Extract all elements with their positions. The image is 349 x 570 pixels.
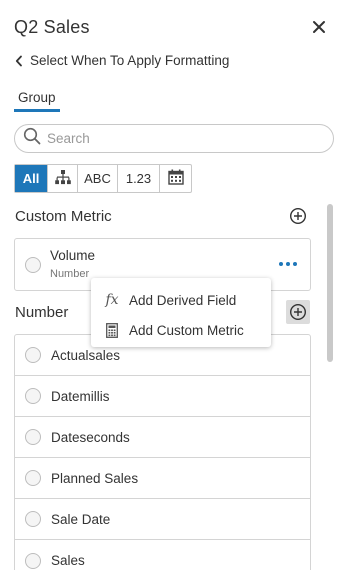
radio-button[interactable] [25,552,41,569]
fx-icon: fx [105,292,119,308]
plus-circle-icon [289,303,307,321]
add-field-popup-menu: fx Add Derived Field Add Custom Metric [91,278,271,347]
scrollbar-thumb[interactable] [327,204,333,362]
field-label: Sales [51,553,85,568]
list-item[interactable]: Sale Date [15,499,310,540]
radio-button[interactable] [25,388,41,404]
field-label: Datemillis [51,388,110,404]
search-icon [23,127,41,150]
add-number-field-button[interactable] [286,300,310,324]
field-label: Dateseconds [51,429,130,445]
radio-button[interactable] [25,429,41,445]
filter-text-button[interactable]: ABC [78,165,118,192]
filter-date-button[interactable] [160,165,191,192]
field-label: Actualsales [51,347,121,363]
back-link-label: Select When To Apply Formatting [30,53,230,68]
list-item[interactable]: Planned Sales [15,458,310,499]
number-heading: Number [15,304,69,321]
field-label: Planned Sales [51,470,139,486]
calculator-icon [104,322,120,338]
type-filter-bar: All ABC 1.23 [14,164,192,193]
list-item[interactable]: Datemillis [15,376,310,417]
close-icon[interactable] [311,19,327,35]
more-options-icon[interactable] [279,257,297,271]
filter-all-button[interactable]: All [15,165,48,192]
search-field[interactable] [14,124,334,153]
search-input[interactable] [47,131,317,146]
menu-item-label: Add Custom Metric [129,322,244,338]
list-item[interactable]: Dateseconds [15,417,310,458]
tab-group[interactable]: Group [14,90,60,112]
radio-button[interactable] [25,470,41,486]
custom-metric-heading: Custom Metric [15,208,112,225]
calendar-icon [167,169,184,188]
chevron-left-icon [15,55,23,67]
back-link[interactable]: Select When To Apply Formatting [15,53,229,68]
hierarchy-icon [54,169,71,188]
filter-hierarchy-button[interactable] [48,165,78,192]
filter-number-button[interactable]: 1.23 [118,165,160,192]
add-custom-metric-icon[interactable] [289,207,307,225]
number-field-list: Actualsales Datemillis Dateseconds Plann… [14,334,311,570]
radio-button[interactable] [25,257,41,273]
panel-title: Q2 Sales [14,17,90,37]
metric-type: Number [50,268,90,280]
radio-button[interactable] [25,511,41,527]
field-label: Sale Date [51,511,111,527]
list-item[interactable]: Sales [15,540,310,570]
add-derived-field-menu-item[interactable]: fx Add Derived Field [91,285,271,315]
metric-name: Volume [50,248,96,263]
menu-item-label: Add Derived Field [129,292,237,308]
add-custom-metric-menu-item[interactable]: Add Custom Metric [91,315,271,345]
radio-button[interactable] [25,347,41,363]
